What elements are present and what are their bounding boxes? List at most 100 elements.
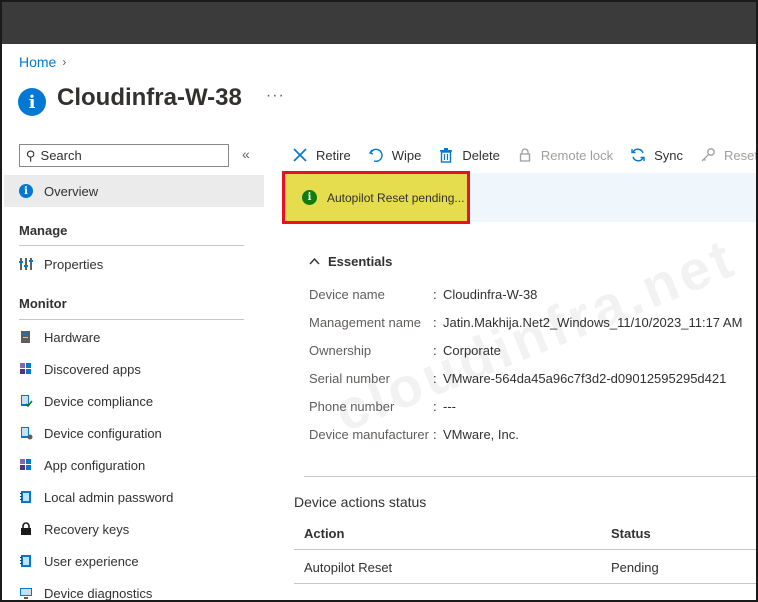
sidebar-item-label: User experience [44, 553, 139, 569]
field-value: --- [443, 399, 456, 414]
notebook-icon [18, 553, 34, 569]
table-row: Autopilot Reset Pending [294, 552, 756, 584]
sidebar-item-user-experience[interactable]: User experience [4, 545, 264, 577]
field-separator: : [433, 287, 437, 302]
title-row: i Cloudinfra-W-38 ··· [18, 80, 285, 116]
sidebar-item-app-configuration[interactable]: App configuration [4, 449, 264, 481]
notebook-icon [18, 489, 34, 505]
field-label: Ownership [309, 343, 372, 358]
hardware-icon [18, 329, 34, 345]
field-label: Device manufacturer [309, 427, 429, 442]
configuration-icon [18, 425, 34, 441]
section-monitor: Monitor [19, 296, 67, 311]
field-label: Serial number [309, 371, 390, 386]
sidebar-item-label: Device compliance [44, 393, 154, 409]
retire-label: Retire [316, 147, 351, 163]
essentials-row-ownership: Ownership : Corporate [309, 343, 501, 358]
field-label: Device name [309, 287, 385, 302]
sidebar-item-label: App configuration [44, 457, 146, 473]
sidebar-item-device-configuration[interactable]: Device configuration [4, 417, 264, 449]
field-label: Phone number [309, 399, 395, 414]
lock-icon [517, 147, 533, 163]
column-header-action[interactable]: Action [294, 526, 611, 541]
sync-icon [630, 147, 646, 163]
retire-button[interactable]: Retire [292, 147, 351, 163]
sync-button[interactable]: Sync [630, 147, 683, 163]
field-value: VMware, Inc. [443, 427, 519, 442]
chevron-right-icon: › [62, 55, 67, 69]
search-placeholder: Search [40, 148, 82, 163]
sync-label: Sync [654, 147, 684, 163]
sidebar-item-label: Hardware [44, 329, 101, 345]
command-bar: Retire Wipe Delete Remote lock Sync Rese… [292, 142, 758, 168]
field-separator: : [433, 343, 437, 358]
sidebar-item-label: Recovery keys [44, 521, 130, 537]
sidebar-item-local-admin-password[interactable]: Local admin password [4, 481, 264, 513]
sidebar-item-recovery-keys[interactable]: Recovery keys [4, 513, 264, 545]
page-title: Cloudinfra-W-38 [57, 84, 242, 111]
lock-icon [18, 521, 34, 537]
remote-lock-label: Remote lock [540, 147, 614, 163]
section-manage: Manage [19, 223, 68, 238]
breadcrumb: Home › [19, 54, 66, 70]
delete-button[interactable]: Delete [438, 147, 500, 163]
essentials-row-management-name: Management name : Jatin.Makhija.Net2_Win… [309, 315, 742, 330]
delete-label: Delete [462, 147, 500, 163]
sidebar-item-label: Overview [44, 183, 99, 199]
sidebar-item-properties[interactable]: Properties [4, 248, 264, 280]
trash-icon [438, 147, 454, 163]
search-input[interactable]: ⚲ Search [19, 144, 229, 167]
device-actions-title: Device actions status [294, 494, 427, 510]
action-cell: Autopilot Reset [304, 560, 393, 575]
remote-lock-button[interactable]: Remote lock [517, 147, 613, 163]
divider [19, 319, 244, 320]
table-header: Action Status [294, 518, 756, 550]
banner-text: Autopilot Reset pending... [327, 190, 465, 205]
sidebar-item-label: Properties [44, 256, 104, 272]
field-value: Cloudinfra-W-38 [443, 287, 538, 302]
wipe-button[interactable]: Wipe [368, 147, 422, 163]
status-cell: Pending [611, 560, 659, 575]
compliance-icon [18, 393, 34, 409]
essentials-row-phone-number: Phone number : --- [309, 399, 456, 414]
apps-icon [18, 361, 34, 377]
reset-passcode-button[interactable]: Reset pa [700, 147, 758, 163]
sidebar-item-discovered-apps[interactable]: Discovered apps [4, 353, 264, 385]
reset-passcode-label: Reset pa [724, 147, 758, 163]
essentials-row-device-manufacturer: Device manufacturer : VMware, Inc. [309, 427, 519, 442]
sidebar-item-label: Discovered apps [44, 361, 141, 377]
autopilot-reset-banner: i Autopilot Reset pending... [282, 171, 470, 224]
top-bar [2, 2, 756, 44]
close-icon [292, 147, 308, 163]
wipe-label: Wipe [391, 147, 422, 163]
more-options-button[interactable]: ··· [266, 87, 285, 105]
info-icon: i [302, 190, 317, 205]
essentials-toggle[interactable]: Essentials [309, 254, 392, 269]
chevron-up-icon [309, 256, 320, 268]
sidebar-item-device-diagnostics[interactable]: Device diagnostics [4, 577, 264, 601]
app-config-icon [18, 457, 34, 473]
sidebar-item-hardware[interactable]: Hardware [4, 321, 264, 353]
essentials-row-device-name: Device name : Cloudinfra-W-38 [309, 287, 537, 302]
info-icon: i [18, 88, 46, 116]
info-icon: i [18, 183, 34, 199]
properties-icon [18, 256, 34, 272]
sidebar-item-overview[interactable]: i Overview [4, 175, 264, 207]
sidebar-item-device-compliance[interactable]: Device compliance [4, 385, 264, 417]
search-icon: ⚲ [26, 147, 36, 163]
device-overview-window: Home › i Cloudinfra-W-38 ··· ⚲ Search « … [0, 0, 758, 602]
essentials-row-serial-number: Serial number : VMware-564da45a96c7f3d2-… [309, 371, 726, 386]
breadcrumb-home-link[interactable]: Home [19, 54, 56, 70]
field-value: Corporate [443, 343, 501, 358]
key-icon [700, 147, 716, 163]
divider [304, 476, 756, 477]
column-header-status[interactable]: Status [611, 526, 751, 541]
field-separator: : [433, 399, 437, 414]
sidebar-item-label: Local admin password [44, 489, 174, 505]
field-label: Management name [309, 315, 422, 330]
field-separator: : [433, 371, 437, 386]
collapse-sidebar-button[interactable]: « [242, 146, 250, 162]
sidebar-item-label: Device configuration [44, 425, 162, 441]
sidebar-item-label: Device diagnostics [44, 585, 153, 601]
essentials-title: Essentials [328, 254, 393, 269]
